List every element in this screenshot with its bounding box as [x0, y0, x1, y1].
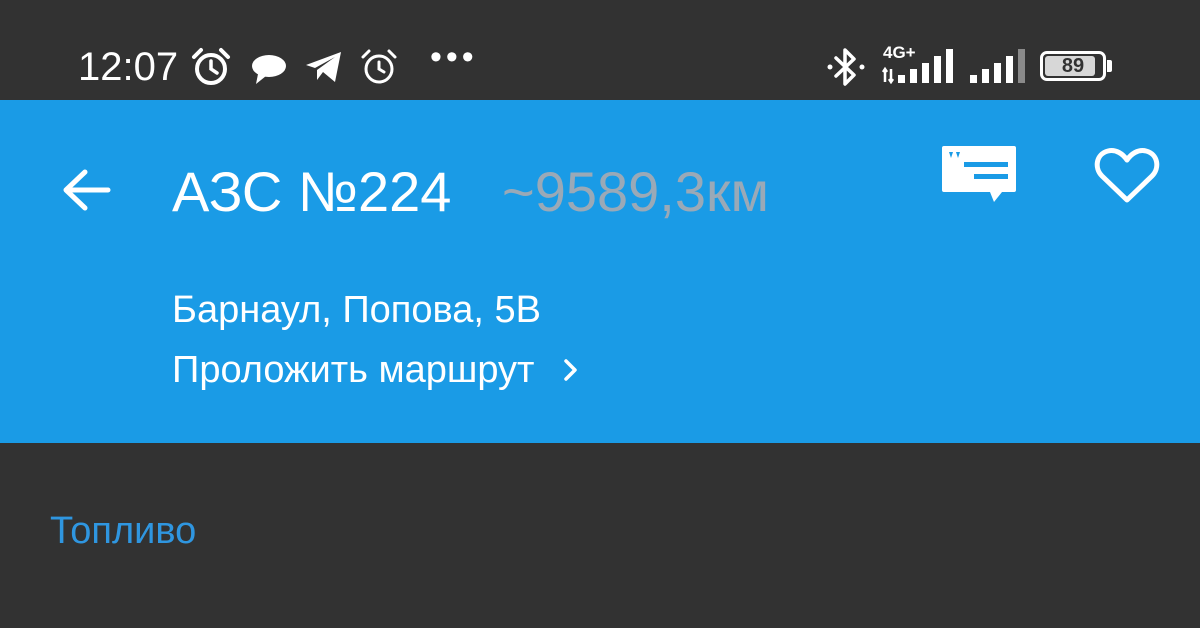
battery-cap [1107, 60, 1112, 72]
status-time: 12:07 [78, 45, 179, 89]
status-bar: 12:07 ••• 4G+ 89 [0, 0, 1200, 100]
station-address: Барнаул, Попова, 5В [172, 289, 541, 331]
build-route-label: Проложить маршрут [172, 349, 535, 391]
chat-icon[interactable] [940, 144, 1020, 208]
screen: 12:07 ••• 4G+ 89 АЗС №224 ~9589,3км Барн… [0, 0, 1200, 628]
bluetooth-icon [827, 48, 865, 86]
station-title: АЗС №224 [172, 160, 452, 223]
signal-icon-2 [970, 49, 1025, 83]
telegram-icon [306, 52, 341, 82]
battery-level: 89 [1061, 55, 1085, 77]
station-distance: ~9589,3км [502, 160, 769, 223]
more-dots-icon: ••• [430, 38, 478, 76]
alarm-clock-icon [361, 49, 397, 84]
chat-bubble-icon [252, 55, 286, 84]
chevron-right-icon [564, 359, 578, 381]
station-header: АЗС №224 ~9589,3км Барнаул, Попова, 5В П… [0, 100, 1200, 443]
build-route-link[interactable]: Проложить маршрут [172, 346, 580, 394]
fuel-section-title: Топливо [50, 510, 197, 552]
back-arrow-icon[interactable] [58, 162, 114, 218]
battery-icon: 89 [1040, 51, 1106, 81]
alarm-icon [192, 48, 230, 85]
heart-icon[interactable] [1094, 146, 1160, 206]
signal-icon [882, 49, 953, 84]
